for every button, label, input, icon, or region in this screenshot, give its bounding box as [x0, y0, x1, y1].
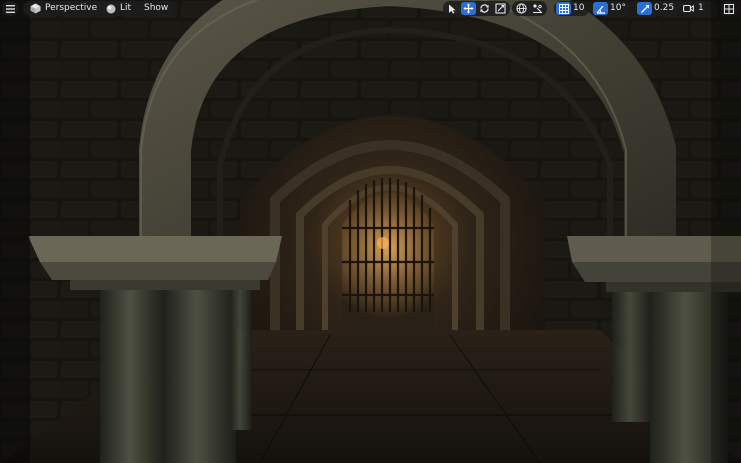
- viewport-menu-button[interactable]: [2, 1, 18, 16]
- cursor-arrow-icon: [449, 4, 456, 14]
- scale-snap-group[interactable]: 0.25: [635, 1, 680, 16]
- rotation-snap-group[interactable]: 10°: [591, 1, 631, 16]
- rotate-icon: [480, 4, 489, 13]
- camera-speed-group[interactable]: 1: [679, 1, 709, 16]
- view-mode-dropdown[interactable]: Perspective: [23, 1, 105, 16]
- camera-speed-button[interactable]: [681, 2, 696, 15]
- show-label: Show: [144, 3, 169, 13]
- rotate-mode-button[interactable]: [477, 2, 492, 15]
- angle-icon: [596, 5, 605, 14]
- lit-sphere-icon: [106, 4, 116, 13]
- surface-snap-icon: [533, 4, 542, 14]
- show-dropdown[interactable]: Show: [137, 1, 176, 16]
- scale-snap-icon: [640, 4, 649, 13]
- rotation-snap-value[interactable]: 10°: [609, 2, 629, 15]
- scale-mode-button[interactable]: [493, 2, 508, 15]
- scene-render[interactable]: [0, 0, 741, 463]
- camera-speed-value[interactable]: 1: [697, 2, 707, 15]
- transform-tools-group: [443, 1, 510, 16]
- move-arrows-icon: [463, 3, 474, 14]
- world-coordinates-button[interactable]: [514, 2, 529, 15]
- cube-icon: [30, 3, 41, 14]
- grid-snap-toggle[interactable]: [556, 2, 571, 15]
- viewport-toolbar: Perspective Lit Show 10 10° 0.25 1: [0, 0, 741, 18]
- lighting-mode-dropdown[interactable]: Lit: [99, 1, 139, 16]
- scale-snap-toggle[interactable]: [637, 2, 652, 15]
- scale-snap-value[interactable]: 0.25: [653, 2, 677, 15]
- grid-icon: [558, 3, 569, 14]
- rotation-snap-toggle[interactable]: [593, 2, 608, 15]
- camera-icon: [683, 4, 694, 13]
- lighting-mode-label: Lit: [120, 3, 132, 13]
- grid-snap-value[interactable]: 10: [572, 2, 587, 15]
- view-mode-label: Perspective: [45, 3, 98, 13]
- globe-icon: [516, 3, 527, 14]
- coordinate-system-group: [512, 1, 547, 16]
- viewport-layout-button[interactable]: [721, 1, 737, 16]
- grid-snap-group[interactable]: 10: [554, 1, 590, 16]
- hamburger-menu-icon: [5, 4, 15, 13]
- layout-grid-icon: [724, 3, 734, 14]
- surface-snapping-button[interactable]: [530, 2, 545, 15]
- select-mode-button[interactable]: [445, 2, 460, 15]
- level-viewport[interactable]: Perspective Lit Show 10 10° 0.25 1: [0, 0, 741, 463]
- scale-icon: [495, 3, 506, 14]
- translate-mode-button[interactable]: [461, 2, 476, 15]
